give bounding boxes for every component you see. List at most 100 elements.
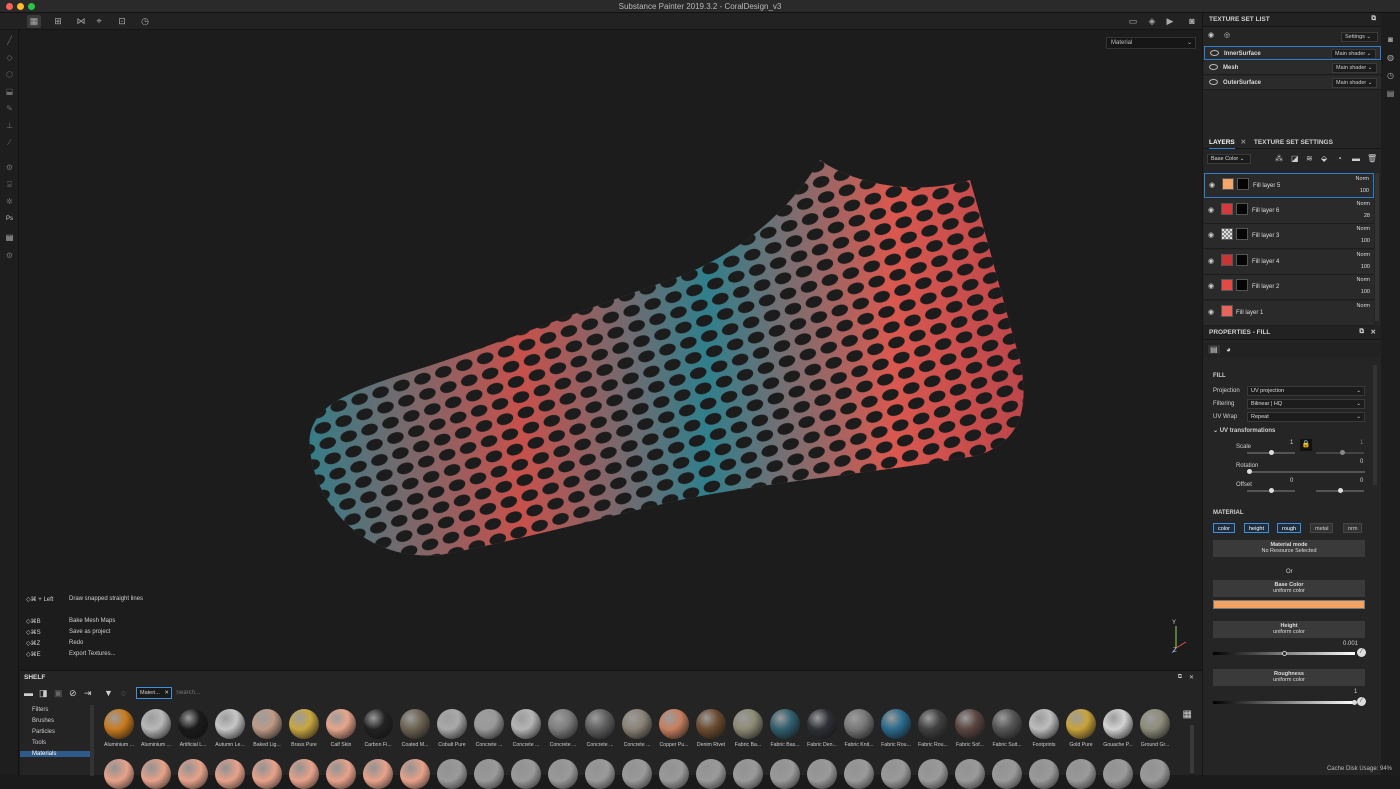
material-preview[interactable] (807, 759, 837, 789)
shelf-category-item[interactable]: Tools (32, 740, 46, 746)
material-preview[interactable] (844, 759, 874, 789)
bucket-icon[interactable]: ⌸ (3, 178, 16, 191)
slider-handle[interactable] (1269, 450, 1274, 455)
material-preview[interactable] (1066, 709, 1096, 739)
roughness-button[interactable]: Roughness uniform color (1213, 669, 1365, 686)
shader-dropdown[interactable]: Main shader ⌄ (1332, 78, 1377, 88)
plugins-icon[interactable]: ⚙ (3, 249, 16, 262)
eye-icon[interactable]: ◉ (1208, 308, 1214, 316)
scale-slider[interactable] (1247, 452, 1295, 454)
eye-icon[interactable] (1209, 64, 1218, 70)
offset-x-slider[interactable] (1247, 490, 1295, 492)
layer-opacity[interactable]: 100 (1360, 188, 1369, 194)
split-icon[interactable]: ⌖ (92, 15, 106, 28)
layer-row[interactable]: ◉Fill layer 6Norm28 (1204, 199, 1374, 224)
material-preview[interactable] (733, 709, 763, 739)
settings-tool-icon[interactable]: ⚙ (3, 161, 16, 174)
tab-texture-set-settings[interactable]: TEXTURE SET SETTINGS (1254, 139, 1333, 146)
material-preview[interactable] (548, 759, 578, 789)
channel-nrm-toggle[interactable]: nrm (1343, 523, 1362, 533)
screenshot-icon[interactable]: ◙ (1185, 15, 1199, 28)
material-preview[interactable] (992, 759, 1022, 789)
category-scrollbar[interactable] (90, 705, 94, 776)
channel-dropdown[interactable]: Base Color ⌄ (1207, 154, 1251, 164)
close-icon[interactable]: ✕ (1371, 328, 1376, 336)
color-picker-icon[interactable]: ⁄ (1357, 697, 1366, 706)
rotation-slider[interactable] (1247, 471, 1365, 473)
viewer-settings-icon[interactable]: ◙ (1384, 33, 1397, 46)
material-preview[interactable] (215, 759, 245, 789)
add-frame-icon[interactable]: ⊡ (115, 15, 129, 28)
save-icon[interactable]: ▣ (54, 688, 63, 699)
material-preview[interactable] (437, 759, 467, 789)
material-tab-icon[interactable]: ◕ (1226, 345, 1231, 354)
material-preview[interactable] (1140, 709, 1170, 739)
color-picker-icon[interactable]: ⁄ (1357, 648, 1366, 657)
offset-y-slider[interactable] (1316, 490, 1364, 492)
grid-view-icon[interactable]: ▦ (1183, 709, 1192, 720)
material-preview[interactable] (585, 759, 615, 789)
settings-dropdown[interactable]: Settings ⌄ (1341, 32, 1378, 42)
eye-icon[interactable]: ◎ (1224, 31, 1230, 39)
material-preview[interactable] (1066, 759, 1096, 789)
eye-icon[interactable]: ◉ (1208, 282, 1214, 290)
channel-rough-toggle[interactable]: rough (1277, 523, 1301, 533)
slider-handle[interactable] (1282, 651, 1287, 656)
eye-icon[interactable]: ◉ (1209, 181, 1215, 189)
material-preview[interactable] (363, 709, 393, 739)
grid-view-icon[interactable]: ▦ (27, 15, 41, 28)
material-preview[interactable] (622, 759, 652, 789)
texture-set-row[interactable]: Mesh Main shader ⌄ (1204, 61, 1381, 75)
uvwrap-dropdown[interactable]: Repeat⌄ (1247, 412, 1365, 422)
layers-scrollbar[interactable] (1375, 173, 1379, 321)
material-preview[interactable] (104, 709, 134, 739)
roughness-slider[interactable] (1213, 701, 1355, 704)
history-icon[interactable]: ◷ (1384, 69, 1397, 82)
material-preview[interactable] (770, 709, 800, 739)
history-icon[interactable]: ◷ (138, 15, 152, 28)
slider-handle[interactable] (1338, 488, 1343, 493)
material-preview[interactable] (215, 709, 245, 739)
material-preview[interactable] (400, 709, 430, 739)
import-icon[interactable]: ⇥ (84, 688, 92, 699)
material-preview[interactable] (474, 709, 504, 739)
eye-icon[interactable]: ◉ (1208, 206, 1214, 214)
close-icon[interactable]: ✕ (1241, 139, 1246, 146)
clone-icon[interactable]: ⊥ (3, 119, 16, 132)
projection-dropdown[interactable]: UV projection⌄ (1247, 386, 1365, 396)
material-preview[interactable] (992, 709, 1022, 739)
eye-icon[interactable]: ◉ (1208, 257, 1214, 265)
shelf-category-item[interactable]: Filters (32, 707, 48, 713)
add-group-icon[interactable]: ◔ (1337, 154, 1342, 163)
shelf-category-item[interactable]: Particles (32, 729, 55, 735)
add-effect-icon[interactable]: ⁂ (1275, 154, 1283, 163)
material-preview[interactable] (474, 759, 504, 789)
material-preview[interactable] (178, 709, 208, 739)
grid-dense-icon[interactable]: ⊞ (51, 15, 65, 28)
channel-color-toggle[interactable]: color (1213, 523, 1235, 533)
channel-metal-toggle[interactable]: metal (1310, 523, 1333, 533)
material-preview[interactable] (955, 709, 985, 739)
lock-icon[interactable]: 🔒 (1300, 439, 1312, 451)
material-preview[interactable] (400, 759, 430, 789)
geometry-fill-icon[interactable]: ⬓ (3, 85, 16, 98)
eye-icon[interactable]: ◉ (1208, 231, 1214, 239)
material-mode-button[interactable]: Material mode No Resource Selected (1213, 540, 1365, 557)
material-preview[interactable] (289, 759, 319, 789)
layer-row[interactable]: ◉Fill layer 4Norm100 (1204, 250, 1374, 275)
material-preview[interactable] (844, 709, 874, 739)
shelf-category-item[interactable]: Brushes (32, 718, 54, 724)
layer-blend-mode[interactable]: Norm (1357, 252, 1370, 258)
channel-height-toggle[interactable]: height (1244, 523, 1269, 533)
viewport-3d[interactable]: Material ⌄ ◇⌘ + Left Draw snapped str (20, 30, 1202, 668)
material-preview[interactable] (326, 709, 356, 739)
float-panel-icon[interactable]: ⧉ (1371, 15, 1376, 23)
properties-scrollbar[interactable] (1373, 365, 1377, 485)
base-color-swatch[interactable] (1213, 600, 1365, 609)
material-preview[interactable] (363, 759, 393, 789)
symmetry-icon[interactable]: ⋈ (74, 15, 88, 28)
material-preview[interactable] (252, 709, 282, 739)
particles-icon[interactable]: ✲ (3, 195, 16, 208)
shelf-category-item[interactable]: Materials (20, 751, 90, 757)
material-preview[interactable] (511, 759, 541, 789)
